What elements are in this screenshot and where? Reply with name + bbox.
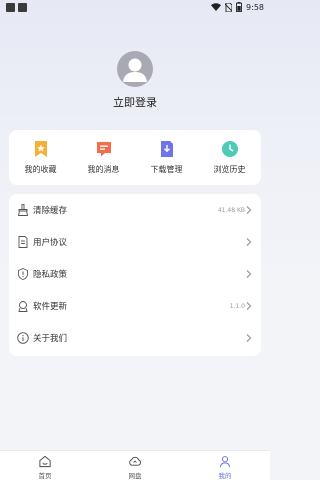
about-us-icon [17, 332, 29, 344]
menu-label-user-agreement: 用户协议 [33, 238, 68, 248]
notification-icon [6, 3, 15, 12]
tab-cloud-drive[interactable]: 网盘 [90, 451, 180, 480]
wifi-icon [211, 3, 222, 11]
default-avatar-icon [123, 58, 147, 82]
tab-label-cloud-drive: 网盘 [128, 472, 142, 480]
menu-label-software-update: 软件更新 [33, 302, 68, 312]
download-manager-button[interactable]: 下载管理 [135, 130, 198, 185]
menu-item-about-us[interactable]: 关于我们 [9, 322, 261, 354]
bottom-tab-bar: 首页 网盘 我的 [0, 450, 270, 480]
user-agreement-icon [18, 236, 28, 248]
tab-label-profile: 我的 [218, 472, 232, 480]
menu-item-software-update[interactable]: 软件更新 1.1.0 [9, 290, 261, 322]
status-bar: 9:58 [0, 0, 270, 16]
chevron-right-icon [246, 302, 252, 310]
menu-label-privacy-policy: 隐私政策 [33, 270, 68, 280]
version-value: 1.1.0 [229, 302, 245, 310]
clock: 9:58 [246, 2, 264, 12]
cloud-drive-icon [129, 456, 141, 466]
chevron-right-icon [246, 238, 252, 246]
favorites-button[interactable]: 我的收藏 [9, 130, 72, 185]
download-icon [157, 139, 177, 159]
menu-item-privacy-policy[interactable]: 隐私政策 [9, 258, 261, 290]
system-icons: 9:58 [211, 2, 264, 12]
avatar[interactable] [117, 51, 153, 87]
clear-cache-icon [17, 204, 29, 216]
quick-actions-card: 我的收藏 我的消息 下载管理 浏览历史 [9, 130, 261, 185]
login-link[interactable]: 立即登录 [0, 94, 270, 110]
messages-label: 我的消息 [87, 165, 120, 174]
menu-item-user-agreement[interactable]: 用户协议 [9, 226, 261, 258]
settings-menu-card: 清除缓存 41.48 KB 用户协议 隐私政策 软件更新 1.1.0 关于我们 [9, 194, 261, 356]
menu-item-clear-cache[interactable]: 清除缓存 41.48 KB [9, 194, 261, 226]
chevron-right-icon [246, 206, 252, 214]
favorites-label: 我的收藏 [24, 165, 57, 174]
download-manager-label: 下载管理 [150, 165, 183, 174]
menu-label-clear-cache: 清除缓存 [33, 206, 68, 216]
messages-icon [94, 139, 114, 159]
history-button[interactable]: 浏览历史 [198, 130, 261, 185]
messages-button[interactable]: 我的消息 [72, 130, 135, 185]
tab-profile[interactable]: 我的 [180, 451, 270, 480]
battery-icon [236, 2, 242, 12]
notification-icons [6, 3, 27, 12]
chevron-right-icon [246, 334, 252, 342]
chevron-right-icon [246, 270, 252, 278]
software-update-icon [18, 301, 28, 312]
history-label: 浏览历史 [213, 165, 246, 174]
notification-icon [18, 3, 27, 12]
favorites-icon [31, 139, 51, 159]
privacy-policy-icon [18, 268, 28, 280]
cache-size-value: 41.48 KB [217, 206, 245, 214]
history-icon [220, 139, 240, 159]
tab-label-home: 首页 [38, 472, 52, 480]
home-icon [39, 455, 51, 468]
tab-home[interactable]: 首页 [0, 451, 90, 480]
menu-label-about-us: 关于我们 [33, 334, 68, 344]
profile-icon [219, 456, 231, 468]
no-sim-icon [225, 2, 233, 12]
